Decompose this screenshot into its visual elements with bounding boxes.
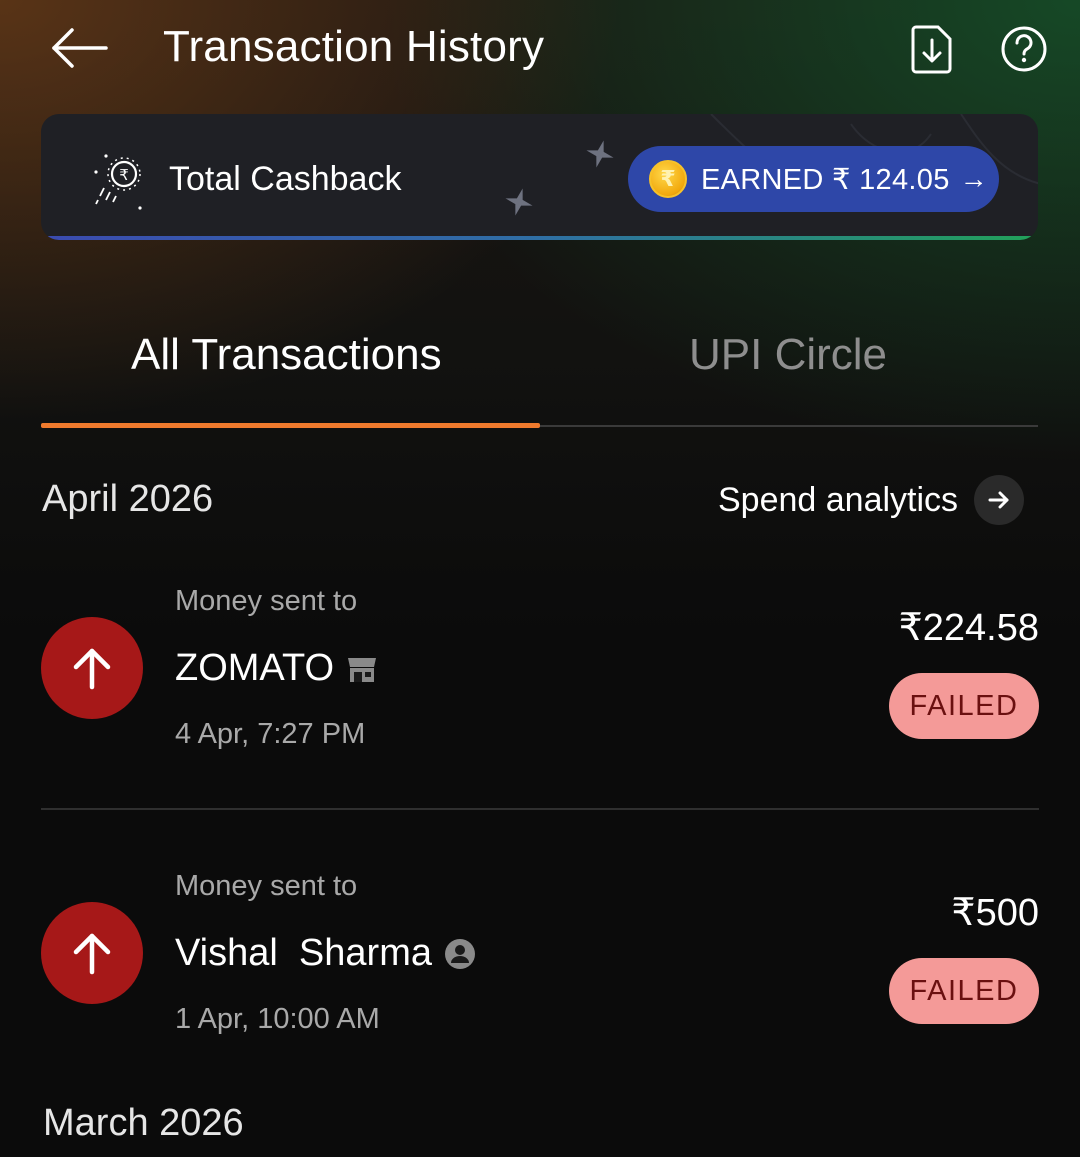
active-tab-indicator [41, 423, 540, 428]
transaction-payee: Vishal Sharma [175, 932, 476, 975]
divider [41, 808, 1039, 810]
download-file-icon [911, 25, 952, 74]
section-title-march: March 2026 [43, 1102, 244, 1144]
download-button[interactable] [908, 24, 956, 74]
coin-icon: ₹ [649, 160, 687, 198]
earned-cashback-button[interactable]: ₹ EARNED ₹ 124.05 → [628, 146, 999, 212]
tabs: All Transactions UPI Circle [41, 300, 1038, 430]
transaction-time: 4 Apr, 7:27 PM [175, 718, 366, 750]
arrow-right-icon [974, 475, 1025, 525]
svg-text:₹: ₹ [119, 166, 129, 184]
cashback-card[interactable]: ₹ Total Cashback ₹ EARNED ₹ 124.05 → [41, 114, 1038, 240]
spend-analytics-label: Spend analytics [718, 480, 959, 519]
store-icon [346, 654, 378, 684]
arrow-left-icon [52, 28, 108, 68]
transaction-amount: ₹224.58 [898, 607, 1039, 649]
sparkle-icon [586, 140, 614, 168]
cashback-label: Total Cashback [169, 160, 402, 198]
payee-name: Vishal Sharma [175, 932, 432, 974]
cashback-rupee-icon: ₹ [94, 154, 142, 210]
arrow-right-icon: → [959, 163, 988, 194]
transaction-payee: ZOMATO [175, 647, 378, 690]
tab-upi-circle[interactable]: UPI Circle [689, 330, 887, 380]
spend-analytics-button[interactable]: Spend analytics [718, 474, 1025, 526]
transaction-history-screen: Transaction History ₹ Total Cashback ₹ E… [0, 0, 1080, 1157]
transaction-amount: ₹500 [951, 892, 1039, 934]
status-badge: FAILED [889, 958, 1039, 1024]
sparkle-icon [505, 188, 533, 216]
tab-all-transactions[interactable]: All Transactions [131, 330, 442, 380]
question-circle-icon [1001, 26, 1047, 72]
page-title: Transaction History [163, 22, 545, 71]
transaction-row[interactable]: Money sent to Vishal Sharma 1 Apr, 10:00… [41, 855, 1039, 1095]
section-title-april: April 2026 [42, 478, 214, 520]
money-sent-icon [41, 902, 143, 1004]
header: Transaction History [0, 0, 1080, 100]
transaction-subtitle: Money sent to [175, 870, 358, 902]
transaction-row[interactable]: Money sent to ZOMATO 4 Apr, 7:27 PM ₹224… [41, 570, 1039, 810]
back-button[interactable] [44, 22, 116, 74]
help-button[interactable] [998, 23, 1050, 75]
money-sent-icon [41, 617, 143, 719]
person-icon [444, 938, 476, 970]
transaction-subtitle: Money sent to [175, 585, 358, 617]
payee-name: ZOMATO [175, 647, 335, 689]
status-badge: FAILED [889, 673, 1039, 739]
transaction-time: 1 Apr, 10:00 AM [175, 1003, 380, 1035]
earned-amount: EARNED ₹ 124.05 [701, 163, 950, 196]
